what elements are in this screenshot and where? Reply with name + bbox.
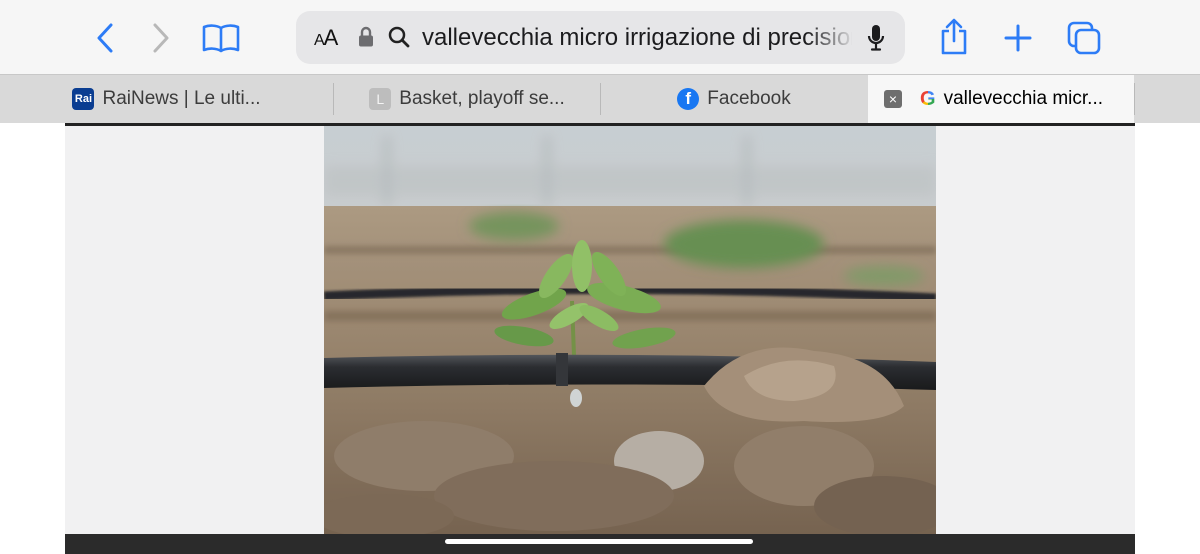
tab-bar: Rai RaiNews | Le ulti... L Basket, playo… <box>0 74 1200 123</box>
google-favicon-icon: G <box>920 87 936 110</box>
microphone-icon[interactable] <box>867 24 885 57</box>
tab-title: RaiNews | Le ulti... <box>102 88 261 109</box>
browser-toolbar: AA vallevecchia micro irrigazione di pre… <box>0 0 1200 74</box>
plus-icon <box>1004 24 1032 52</box>
search-icon <box>388 26 410 53</box>
address-bar[interactable]: AA vallevecchia micro irrigazione di pre… <box>296 11 905 64</box>
bookmarks-button[interactable] <box>200 20 242 56</box>
lock-icon <box>358 26 374 53</box>
share-button[interactable] <box>934 16 974 58</box>
tab-title: vallevecchia micr... <box>943 88 1104 109</box>
book-icon <box>202 24 240 53</box>
chevron-right-icon <box>153 23 169 53</box>
reader-options-button[interactable]: AA <box>314 25 338 51</box>
letter-favicon-icon: L <box>369 88 392 110</box>
tab-vallevecchia-active[interactable]: × G vallevecchia micr... <box>868 75 1134 123</box>
tab-rainews[interactable]: Rai RaiNews | Le ulti... <box>0 75 333 123</box>
drip-irrigation-seedling-photo <box>324 126 936 534</box>
facebook-favicon-icon: f <box>677 88 700 110</box>
url-text[interactable]: vallevecchia micro irrigazione di precis… <box>422 22 852 54</box>
tabs-overview-button[interactable] <box>1062 18 1106 58</box>
url-fade <box>806 19 856 57</box>
tab-divider <box>1134 83 1135 115</box>
bottom-toolbar <box>65 534 1135 554</box>
share-icon <box>941 18 967 55</box>
rai-favicon-icon: Rai <box>72 88 95 110</box>
new-tab-button[interactable] <box>998 20 1038 56</box>
chevron-left-icon <box>97 23 113 53</box>
tab-basket[interactable]: L Basket, playoff se... <box>334 75 600 123</box>
tabs-overview-icon <box>1067 21 1101 55</box>
close-tab-icon[interactable]: × <box>884 90 902 108</box>
forward-button[interactable] <box>146 20 176 56</box>
tab-facebook[interactable]: f Facebook <box>601 75 867 123</box>
tab-title: Basket, playoff se... <box>399 88 565 109</box>
web-page <box>0 123 1200 554</box>
tab-title: Facebook <box>707 88 791 109</box>
back-button[interactable] <box>90 20 120 56</box>
home-indicator[interactable] <box>445 539 753 544</box>
